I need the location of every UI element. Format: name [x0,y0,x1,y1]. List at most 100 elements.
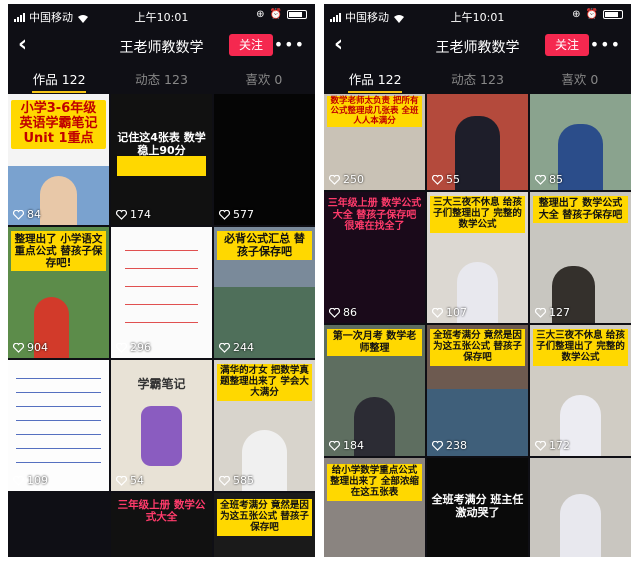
like-count: 107 [446,306,467,319]
like-count: 238 [446,439,467,452]
video-thumbnail[interactable]: 三年级上册 数学公式大全 替孩子保存吧 很难在找全了 86 [324,192,425,323]
video-caption: 全班考满分 竟然是因为这五张公式 替孩子保存吧 [217,499,312,536]
video-thumbnail[interactable] [530,458,631,557]
video-caption: 学霸笔记 [137,377,186,391]
caption-highlight [117,156,206,176]
like-count: 250 [343,173,364,186]
lock-rotation-icon: ⊕ [572,9,581,20]
heart-icon [534,307,547,318]
alarm-icon: ⏰ [269,9,282,20]
like-count: 244 [233,341,254,354]
like-count: 172 [549,439,570,452]
phone-screen-right: 中国移动 上午10:01 ⊕ ⏰ ‹ 王老师教数学 关注 ••• 作品 122 … [324,4,631,557]
tab-likes[interactable]: 喜欢 0 [213,66,315,94]
video-thumbnail[interactable]: 577 [214,94,315,225]
video-thumbnail[interactable]: 296 [111,227,212,358]
video-thumbnail[interactable]: 小学3-6年级 英语学霸笔记 Unit 1重点 84 [8,94,109,225]
video-caption: 必背公式汇总 替孩子保存吧 [217,231,312,261]
document-lines [125,241,198,331]
like-count: 904 [27,341,48,354]
video-thumbnail[interactable]: 第一次月考 数学老师整理 184 [324,325,425,456]
video-thumbnail[interactable]: 给小学数学重点公式 整理出来了 全部浓缩在这五张表 [324,458,425,557]
battery-icon [603,10,623,19]
like-count: 84 [27,208,41,221]
person-figure [560,494,601,557]
like-count: 585 [233,474,254,487]
heart-icon [12,475,25,486]
status-bar: 中国移动 上午10:01 ⊕ ⏰ [324,4,631,26]
heart-icon [218,209,231,220]
follow-button[interactable]: 关注 [229,34,273,56]
profile-tabs: 作品 122 动态 123 喜欢 0 [324,66,631,94]
nav-bar: ‹ 王老师教数学 关注 ••• [8,26,315,66]
video-caption: 整理出了 数学公式大全 替孩子保存吧 [533,196,628,223]
video-thumbnail[interactable]: 整理出了 小学语文重点公式 替孩子保存吧! 904 [8,227,109,358]
like-count: 55 [446,173,460,186]
tab-works[interactable]: 作品 122 [8,66,110,94]
video-grid: 数学老师太负责 把所有公式整理成几张表 全班人人本满分 250 55 85 三年… [324,94,631,557]
alarm-icon: ⏰ [585,9,598,20]
like-count: 174 [130,208,151,221]
video-thumbnail[interactable]: 三大三夜不休息 给孩子们整理出了 完整的数学公式 107 [427,192,528,323]
phone-screen-left: 中国移动 上午10:01 ⊕ ⏰ ‹ 王老师教数学 关注 ••• 作品 122 … [8,4,315,557]
battery-icon [287,10,307,19]
heart-icon [431,307,444,318]
video-thumbnail[interactable]: 85 [530,94,631,190]
video-thumbnail[interactable]: 必背公式汇总 替孩子保存吧 244 [214,227,315,358]
follow-button[interactable]: 关注 [545,34,589,56]
video-thumbnail[interactable]: 三年级上册 数学公式大全 [111,493,212,557]
video-caption: 全班考满分 竟然是因为这五张公式 替孩子保存吧 [430,329,525,366]
like-count: 127 [549,306,570,319]
heart-icon [115,342,128,353]
document-lines [16,370,101,470]
heart-icon [431,174,444,185]
person-figure [40,176,77,225]
video-thumbnail[interactable]: 数学老师太负责 把所有公式整理成几张表 全班人人本满分 250 [324,94,425,190]
video-thumbnail[interactable]: 满华的才女 把数学真题整理出来了 学会大大满分 585 [214,360,315,491]
video-thumbnail[interactable]: 全班考满分 班主任 激动哭了 [427,458,528,557]
heart-icon [328,440,341,451]
video-thumbnail[interactable]: 整理出了 数学公式大全 替孩子保存吧 127 [530,192,631,323]
tab-activity[interactable]: 动态 123 [426,66,528,94]
graduate-figure [455,116,500,190]
video-caption: 小学3-6年级 英语学霸笔记 Unit 1重点 [11,100,106,149]
video-caption: 满华的才女 把数学真题整理出来了 学会大大满分 [217,364,312,401]
video-caption: 三大三夜不休息 给孩子们整理出了 完整的数学公式 [430,196,525,233]
video-grid: 小学3-6年级 英语学霸笔记 Unit 1重点 84 记住这4张表 数学稳上90… [8,94,315,557]
heart-icon [218,342,231,353]
video-thumbnail[interactable]: 记住这4张表 数学稳上90分 174 [111,94,212,225]
like-count: 577 [233,208,254,221]
video-caption: 三大三夜不休息 给孩子们整理出了 完整的数学公式 [533,329,628,366]
video-thumbnail[interactable]: 学霸笔记 54 [111,360,212,491]
tab-works[interactable]: 作品 122 [324,66,426,94]
heart-icon [328,174,341,185]
profile-tabs: 作品 122 动态 123 喜欢 0 [8,66,315,94]
heart-icon [328,307,341,318]
video-thumbnail[interactable]: 三大三夜不休息 给孩子们整理出了 完整的数学公式 172 [530,325,631,456]
like-count: 184 [343,439,364,452]
like-count: 86 [343,306,357,319]
video-thumbnail[interactable]: 全班考满分 竟然是因为这五张公式 替孩子保存吧 238 [427,325,528,456]
tab-likes[interactable]: 喜欢 0 [529,66,631,94]
video-caption: 全班考满分 班主任 激动哭了 [431,493,524,519]
book-illustration [141,406,182,466]
like-count: 54 [130,474,144,487]
video-thumbnail[interactable] [8,493,109,557]
video-thumbnail[interactable]: 109 [8,360,109,491]
video-caption: 记住这4张表 数学稳上90分 [117,131,206,157]
heart-icon [218,475,231,486]
like-count: 85 [549,173,563,186]
heart-icon [115,209,128,220]
heart-icon [12,209,25,220]
heart-icon [534,440,547,451]
more-options-icon[interactable]: ••• [590,35,621,54]
video-caption: 数学老师太负责 把所有公式整理成几张表 全班人人本满分 [327,96,422,128]
status-bar: 中国移动 上午10:01 ⊕ ⏰ [8,4,315,26]
video-thumbnail[interactable]: 55 [427,94,528,190]
video-caption: 给小学数学重点公式 整理出来了 全部浓缩在这五张表 [327,464,422,501]
heart-icon [534,174,547,185]
heart-icon [115,475,128,486]
video-thumbnail[interactable]: 全班考满分 竟然是因为这五张公式 替孩子保存吧 [214,493,315,557]
more-options-icon[interactable]: ••• [274,35,305,54]
tab-activity[interactable]: 动态 123 [110,66,212,94]
